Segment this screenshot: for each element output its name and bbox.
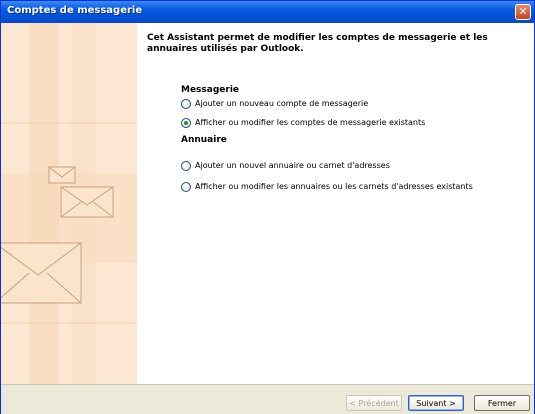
radio-view-mail-accounts[interactable]: Afficher ou modifier les comptes de mess… [181,116,425,129]
radio-icon[interactable] [181,181,191,192]
radio-add-mail-account[interactable]: Ajouter un nouveau compte de messagerie [181,97,368,110]
side-graphic-panel [1,23,137,384]
radio-add-address-book[interactable]: Ajouter un nouvel annuaire ou carnet d'a… [181,159,390,172]
close-icon: ✕ [518,5,528,18]
button-bar: < Précédent Suivant > Fermer [1,384,534,414]
envelope-icon [48,166,76,184]
radio-label: Ajouter un nouveau compte de messagerie [195,99,369,108]
envelope-illustration [1,23,137,384]
messagerie-heading: Messagerie [181,85,240,95]
radio-label: Ajouter un nouvel annuaire ou carnet d'a… [195,161,390,170]
envelope-icon [1,242,82,304]
annuaire-heading: Annuaire [181,135,227,145]
radio-label: Afficher ou modifier les annuaires ou le… [195,182,473,191]
dialog-window: Comptes de messagerie ✕ Cet Assistant pe… [0,0,535,414]
envelope-icon [60,186,114,218]
radio-icon[interactable] [181,98,191,109]
wizard-content: Cet Assistant permet de modifier les com… [137,23,534,384]
radio-icon[interactable] [181,160,191,171]
window-title: Comptes de messagerie [7,5,143,16]
radio-view-address-books[interactable]: Afficher ou modifier les annuaires ou le… [181,180,473,193]
radio-label: Afficher ou modifier les comptes de mess… [195,118,426,127]
close-wizard-button[interactable]: Fermer [474,395,530,411]
close-button[interactable]: ✕ [515,4,531,20]
intro-text: Cet Assistant permet de modifier les com… [147,33,488,54]
next-button[interactable]: Suivant > [408,395,464,411]
previous-button[interactable]: < Précédent [346,395,402,411]
radio-icon[interactable] [181,117,191,128]
title-bar[interactable]: Comptes de messagerie ✕ [1,1,534,23]
